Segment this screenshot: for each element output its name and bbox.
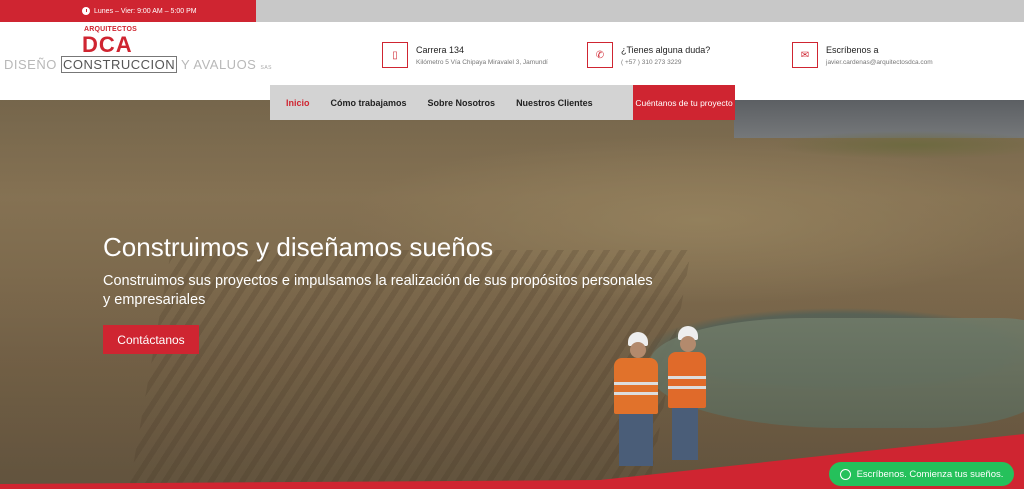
building-icon: ▯ bbox=[382, 42, 408, 68]
clock-icon bbox=[82, 7, 90, 15]
hours-bar: Lunes – Vier: 9:00 AM – 5:00 PM bbox=[0, 0, 256, 22]
business-hours: Lunes – Vier: 9:00 AM – 5:00 PM bbox=[94, 7, 197, 15]
phone-icon: ✆ bbox=[587, 42, 613, 68]
nav-item-como-trabajamos[interactable]: Cómo trabajamos bbox=[315, 98, 407, 108]
whatsapp-button[interactable]: Escríbenos. Comienza tus sueños. bbox=[829, 462, 1014, 486]
hero-bg-grass bbox=[664, 125, 1024, 165]
logo-tagline-4: SAS bbox=[260, 65, 272, 71]
hero-title: Construimos y diseñamos sueños bbox=[103, 232, 494, 262]
hero-section: Construimos y diseñamos sueños Construim… bbox=[0, 100, 1024, 489]
hero-subtitle: Construimos sus proyectos e impulsamos l… bbox=[103, 273, 653, 308]
contact-email: ✉ Escríbenos a javier.cardenas@arquitect… bbox=[792, 42, 933, 68]
phone-number[interactable]: ( +57 ) 310 273 3229 bbox=[621, 59, 710, 66]
address-title: Carrera 134 bbox=[416, 45, 465, 55]
whatsapp-label: Escríbenos. Comienza tus sueños. bbox=[856, 468, 1004, 480]
project-cta-button[interactable]: Cuéntanos de tu proyecto bbox=[633, 85, 735, 120]
whatsapp-icon bbox=[839, 468, 851, 480]
contact-address: ▯ Carrera 134 Kilómetro 5 Vía Chipaya Mi… bbox=[382, 42, 548, 68]
logo-main-text: DCA bbox=[82, 32, 133, 57]
logo-tagline-2: CONSTRUCCION bbox=[60, 56, 178, 73]
contact-button[interactable]: Contáctanos bbox=[103, 325, 199, 354]
nav-item-nuestros-clientes[interactable]: Nuestros Clientes bbox=[500, 98, 593, 108]
address-detail: Kilómetro 5 Vía Chipaya Miravalel 3, Jam… bbox=[416, 59, 548, 66]
email-address[interactable]: javier.cardenas@arquitectosdca.com bbox=[826, 59, 933, 66]
logo-tagline-1: DISEÑO bbox=[4, 57, 57, 72]
email-title: Escríbenos a bbox=[826, 45, 879, 55]
phone-title: ¿Tienes alguna duda? bbox=[621, 45, 711, 55]
main-nav: Inicio Cómo trabajamos Sobre Nosotros Nu… bbox=[270, 85, 735, 120]
mail-icon: ✉ bbox=[792, 42, 818, 68]
nav-item-inicio[interactable]: Inicio bbox=[270, 98, 310, 108]
top-bar: Lunes – Vier: 9:00 AM – 5:00 PM bbox=[0, 0, 1024, 22]
logo-tagline: DISEÑO CONSTRUCCION Y AVALUOS SAS bbox=[4, 56, 272, 73]
nav-item-sobre-nosotros[interactable]: Sobre Nosotros bbox=[412, 98, 496, 108]
contact-phone: ✆ ¿Tienes alguna duda? ( +57 ) 310 273 3… bbox=[587, 42, 710, 68]
logo-tagline-3: Y AVALUOS bbox=[181, 57, 257, 72]
